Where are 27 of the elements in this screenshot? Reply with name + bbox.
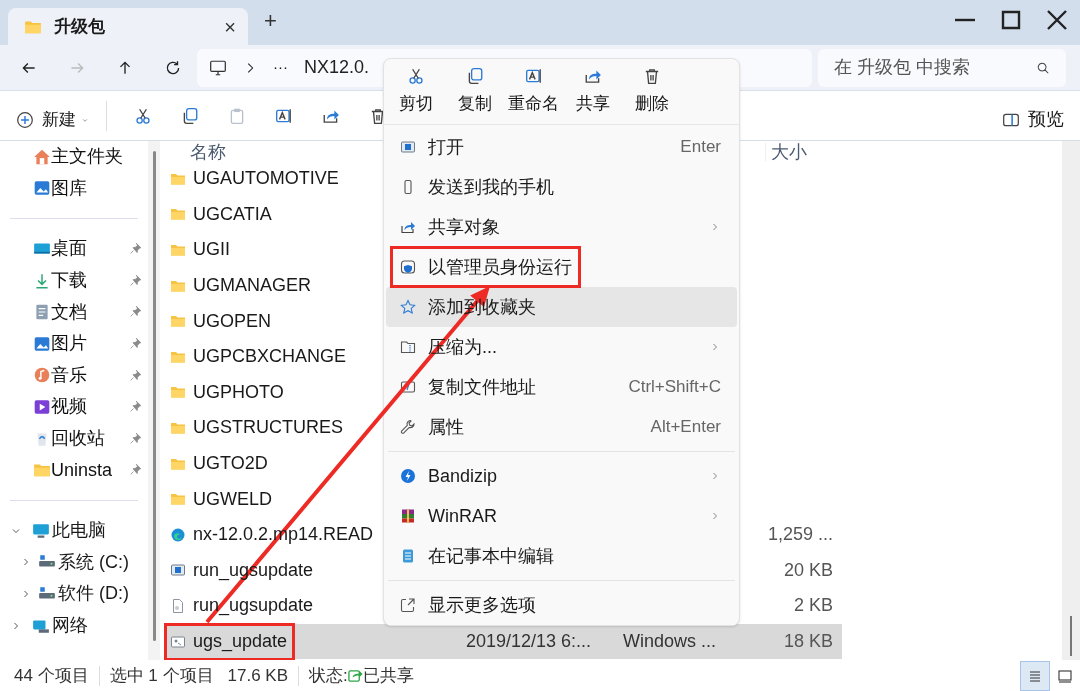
shortcut-text: Enter	[680, 136, 721, 159]
file-name-cell: ugs_update	[167, 625, 293, 658]
selection-size: 17.6 KB	[227, 664, 289, 687]
type-cell-text: Windows ...	[623, 630, 718, 653]
file-name-cell: UGMANAGER	[167, 269, 316, 302]
file-name-cell: UGOPEN	[167, 305, 276, 338]
tab-title: 升级包	[54, 15, 106, 38]
shortcut-text: Alt+Enter	[650, 416, 721, 439]
size-cell-text: 1,259 ...	[766, 523, 833, 547]
file-name-cell: UGCATIA	[167, 198, 277, 231]
highlight-frame: 以管理员身份运行	[393, 249, 578, 285]
size-cell-text: 20 KB	[782, 558, 833, 582]
file-name-cell: UGSTRUCTURES	[167, 411, 348, 444]
file-name-cell: UGPHOTO	[167, 376, 289, 409]
selection-count: 选中 1 个项目	[109, 664, 214, 687]
file-name-cell: UGWELD	[167, 483, 277, 516]
status-label: 状态:	[309, 664, 348, 687]
file-name-cell: UGTO2D	[167, 447, 273, 480]
item-count: 44 个项目	[14, 664, 89, 687]
status-value: 已共享	[362, 664, 414, 687]
date-cell-text: 2019/12/13 6:...	[466, 630, 593, 653]
size-cell-text: 2 KB	[792, 594, 833, 618]
file-name-cell: UGII	[167, 234, 235, 266]
file-name-cell: UGAUTOMOTIVE	[167, 162, 344, 195]
file-name-cell: UGPCBXCHANGE	[167, 340, 352, 373]
size-cell-text: 18 KB	[782, 630, 833, 653]
shortcut-text: Ctrl+Shift+C	[628, 376, 721, 399]
